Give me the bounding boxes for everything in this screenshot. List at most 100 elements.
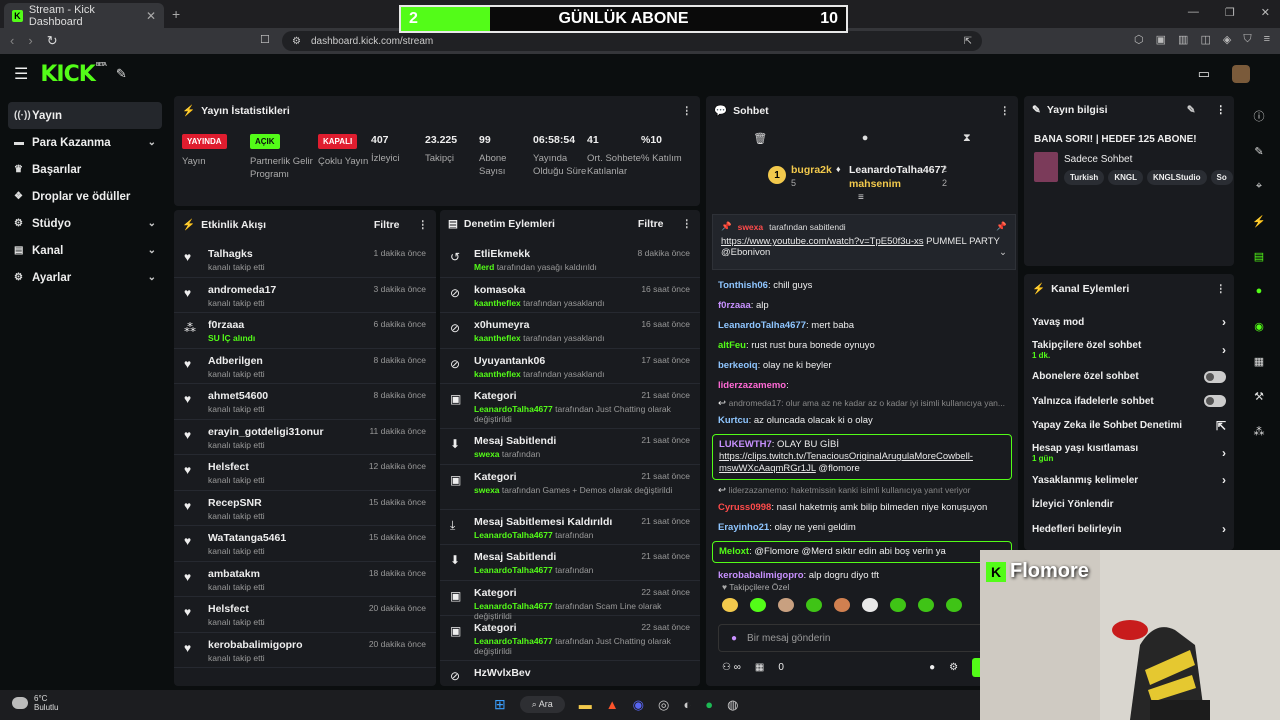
obs-icon[interactable]: ◍: [727, 697, 738, 713]
channel-action-row[interactable]: Yasaklanmış kelimeler ›: [1024, 468, 1234, 493]
chat-username[interactable]: f0rzaaa: [718, 300, 751, 311]
mod-actor[interactable]: swexa: [474, 449, 500, 459]
chat-username[interactable]: Erayinho21: [718, 522, 769, 533]
vpn-icon[interactable]: ◈: [1223, 33, 1231, 46]
sidebar-item-0[interactable]: ((·)) Yayın: [8, 102, 162, 129]
mod-actor[interactable]: kaantheflex: [474, 333, 521, 343]
gear-icon[interactable]: ⚙: [949, 662, 958, 673]
chat-username[interactable]: Kurtcu: [718, 415, 749, 426]
activity-row[interactable]: ♥ RecepSNR 15 dakika önce kanalı takip etti: [174, 491, 436, 526]
shield-icon[interactable]: ⛉: [1243, 33, 1251, 46]
external-link-icon[interactable]: ⇱: [1216, 419, 1226, 433]
pin-icon[interactable]: ✎: [116, 66, 127, 82]
expand-icon[interactable]: ≡: [858, 192, 864, 203]
leader-2-name[interactable]: LeanardoTalha4677: [849, 164, 946, 176]
chat-menu-icon[interactable]: ⋮: [1000, 105, 1011, 117]
chevron-down-icon[interactable]: ⌄: [148, 272, 156, 283]
windows-icon[interactable]: ⊞: [494, 696, 506, 713]
sidebar-icon[interactable]: ▥: [1178, 33, 1188, 46]
lightning-icon[interactable]: ⚡: [1246, 208, 1272, 234]
trash-icon[interactable]: 🗑: [753, 132, 767, 145]
actions-menu-icon[interactable]: ⋮: [1216, 283, 1227, 295]
edit-icon[interactable]: ✎: [1187, 104, 1196, 116]
channel-action-row[interactable]: İzleyici Yönlendir: [1024, 493, 1234, 518]
pencil-icon[interactable]: ✎: [1246, 138, 1272, 164]
mod-actor[interactable]: swexa: [474, 485, 500, 495]
hamburger-icon[interactable]: ☰: [14, 64, 28, 84]
mod-actor[interactable]: LeanardoTalha4677: [474, 404, 553, 414]
tag-chip[interactable]: KNGLStudio: [1146, 170, 1207, 185]
activity-row[interactable]: ♥ erayin_gotdeligi31onur 11 dakika önce kan…: [174, 420, 436, 455]
brave-icon[interactable]: ▲: [606, 697, 619, 712]
mod-row[interactable]: ↺ EtliEkmekk 8 dakika önce Merd tarafından …: [440, 242, 700, 278]
new-tab-icon[interactable]: +: [172, 6, 180, 22]
activity-row[interactable]: ♥ Talhagks 1 dakika önce kanalı takip etti: [174, 242, 436, 278]
emote-icon[interactable]: [722, 598, 738, 612]
chevron-right-icon[interactable]: ›: [1222, 446, 1226, 460]
mod-row[interactable]: ⊘ komasoka 16 saat önce kaantheflex tarafın…: [440, 278, 700, 313]
info-circle-icon[interactable]: ⓘ: [1246, 103, 1272, 129]
chevron-down-icon[interactable]: ⌄: [148, 218, 156, 229]
screenshot-icon[interactable]: ▣: [1156, 33, 1166, 46]
close-window-icon[interactable]: ✕: [1261, 6, 1270, 19]
collapse-icon[interactable]: ⌄: [999, 247, 1007, 258]
activity-menu-icon[interactable]: ⋮: [418, 219, 429, 231]
points-icon[interactable]: ⚇ ∞: [722, 662, 741, 673]
emote-icon[interactable]: [890, 598, 906, 612]
mod-row[interactable]: ▣ Kategori 21 saat önce swexa tarafından Ga…: [440, 465, 700, 510]
chat-username[interactable]: Tonthish06: [718, 280, 768, 291]
activity-row[interactable]: ♥ ambatakm 18 dakika önce kanalı takip etti: [174, 562, 436, 597]
emote-icon[interactable]: [778, 598, 794, 612]
pinned-link[interactable]: https://www.youtube.com/watch?v=TpE50f3u…: [721, 236, 924, 247]
sidebar-item-6[interactable]: ⚙ Ayarlar ⌄: [8, 264, 162, 291]
chat-username[interactable]: Meloxt: [719, 546, 749, 557]
chat-settings-icon[interactable]: ●: [929, 662, 935, 673]
minimize-icon[interactable]: —: [1188, 6, 1199, 19]
mod-actor[interactable]: kaantheflex: [474, 369, 521, 379]
stats-menu-icon[interactable]: ⋮: [682, 105, 693, 117]
chevron-right-icon[interactable]: ›: [1222, 315, 1226, 329]
activity-row[interactable]: ♥ Helsfect 20 dakika önce kanalı takip etti: [174, 597, 436, 633]
wallet-icon[interactable]: ◫: [1200, 33, 1210, 46]
emote-icon[interactable]: [918, 598, 934, 612]
chevron-right-icon[interactable]: ›: [1222, 473, 1226, 487]
sidebar-item-3[interactable]: ❖ Droplar ve ödüller: [8, 183, 162, 210]
mod-actor[interactable]: LeanardoTalha4677: [474, 601, 553, 611]
sidebar-item-5[interactable]: ▤ Kanal ⌄: [8, 237, 162, 264]
category-thumbnail[interactable]: [1034, 152, 1058, 182]
target-icon[interactable]: ⌖: [1246, 173, 1272, 199]
emote-icon[interactable]: [750, 598, 766, 612]
document-icon[interactable]: ▤: [1246, 243, 1272, 269]
mic-icon[interactable]: ●: [731, 633, 737, 644]
activity-row[interactable]: ♥ Helsfect 12 dakika önce kanalı takip etti: [174, 455, 436, 491]
chat-username[interactable]: Cyruss0998: [718, 502, 771, 513]
chat-bubble-icon[interactable]: ●: [862, 132, 869, 145]
mod-row[interactable]: ⊘ HzWvlxBev: [440, 661, 700, 686]
wrench-icon[interactable]: ⚒: [1246, 383, 1272, 409]
mod-actor[interactable]: LeanardoTalha4677: [474, 565, 553, 575]
info-menu-icon[interactable]: ⋮: [1216, 104, 1227, 116]
taskbar-search[interactable]: ⌕ Ara: [519, 696, 565, 713]
chevron-right-icon[interactable]: ›: [1222, 343, 1226, 357]
store-icon[interactable]: ▦: [755, 662, 764, 673]
chat-input[interactable]: ● Bir mesaj gönderin: [718, 624, 1006, 652]
activity-row[interactable]: ♥ kerobabalimigopro 20 dakika önce kanalı t…: [174, 633, 436, 668]
mod-actor[interactable]: kaantheflex: [474, 298, 521, 308]
channel-action-row[interactable]: Hesap yaşı kısıtlaması 1 gün ›: [1024, 438, 1234, 468]
leader-3-name[interactable]: mahsenim: [849, 178, 901, 190]
maximize-icon[interactable]: ❐: [1225, 6, 1235, 19]
mod-actor[interactable]: Merd: [474, 262, 494, 272]
mod-row[interactable]: ⬇ Mesaj Sabitlendi 21 saat önce LeanardoTal…: [440, 545, 700, 581]
app-icon[interactable]: ◐: [683, 697, 691, 712]
mod-filter-button[interactable]: Filtre: [638, 218, 664, 230]
hourglass-icon[interactable]: ⧗: [963, 132, 971, 145]
activity-filter-button[interactable]: Filtre: [374, 219, 400, 231]
mod-row[interactable]: ⤓ Mesaj Sabitlemesi Kaldırıldı 21 saat önc…: [440, 510, 700, 545]
sidebar-item-1[interactable]: ▬ Para Kazanma ⌄: [8, 129, 162, 156]
emote-icon[interactable]: [862, 598, 878, 612]
mod-actor[interactable]: LeanardoTalha4677: [474, 530, 553, 540]
activity-row[interactable]: ⁂ f0rzaaa 6 dakika önce SU İÇ alındı: [174, 313, 436, 349]
bookmark-icon[interactable]: ☐: [260, 33, 270, 46]
tag-chip[interactable]: So: [1210, 170, 1233, 185]
spotify-icon[interactable]: ●: [705, 697, 713, 712]
